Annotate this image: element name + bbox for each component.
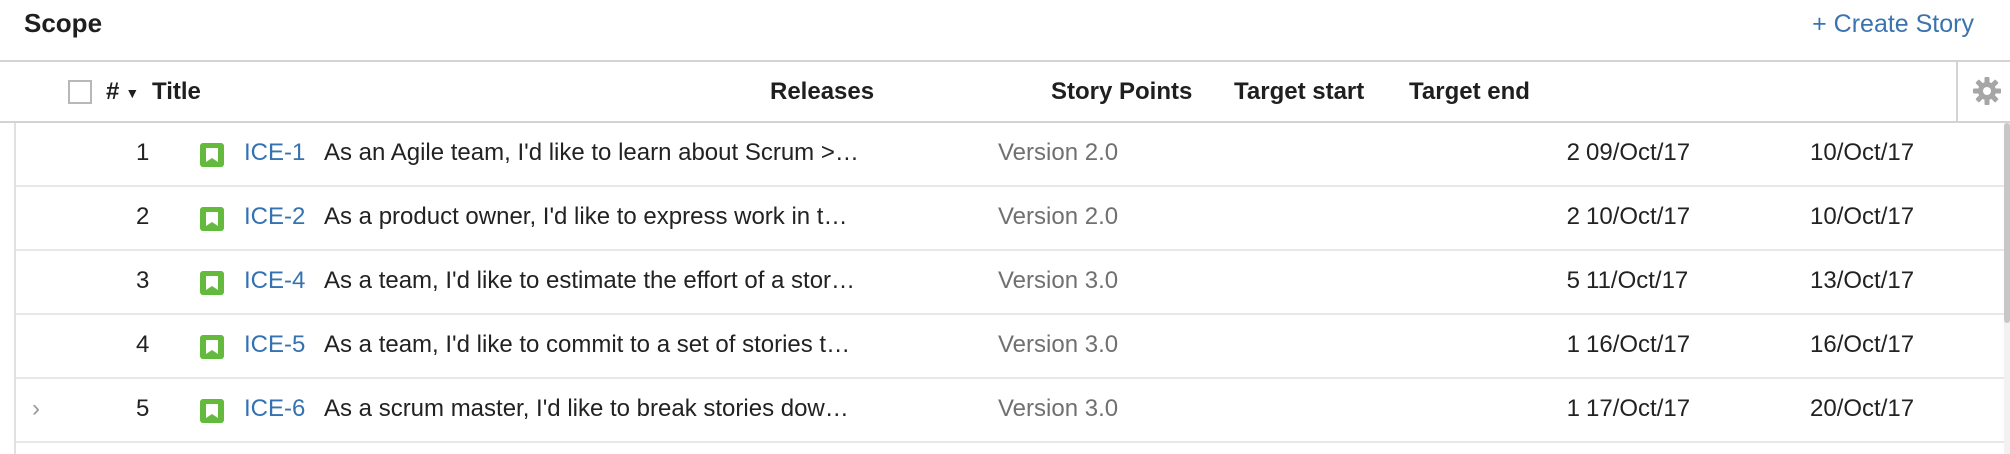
story-icon [200,399,224,423]
story-icon [200,335,224,359]
release-version[interactable]: Version 3.0 [998,331,1118,359]
story-points-value[interactable]: 1 [1546,395,1580,423]
target-end-date[interactable]: 16/Oct/17 [1810,331,1914,359]
story-icon [200,143,224,167]
issue-key-link[interactable]: ICE-5 [244,331,305,359]
release-version[interactable]: Version 2.0 [998,203,1118,231]
gear-icon[interactable] [1972,76,2002,106]
story-points-value[interactable]: 5 [1546,267,1580,295]
issue-key-link[interactable]: ICE-1 [244,139,305,167]
select-all-checkbox[interactable] [68,80,92,104]
story-points-value[interactable]: 1 [1546,331,1580,359]
column-header-target-start[interactable]: Target start [1234,78,1364,106]
story-points-value[interactable]: 2 [1546,203,1580,231]
story-title[interactable]: As a product owner, I'd like to express … [324,203,904,231]
column-header-releases[interactable]: Releases [770,78,874,106]
release-version[interactable]: Version 3.0 [998,395,1118,423]
row-rank: 4 [136,331,150,358]
table-row[interactable]: 1 ICE-1 As an Agile team, I'd like to le… [16,123,2004,187]
issue-key-link[interactable]: ICE-6 [244,395,305,423]
issue-key-link[interactable]: ICE-2 [244,203,305,231]
target-start-date[interactable]: 16/Oct/17 [1586,331,1690,359]
target-end-date[interactable]: 10/Oct/17 [1810,139,1914,167]
table-row[interactable]: 2 ICE-2 As a product owner, I'd like to … [16,187,2004,251]
table-header: # ▼ Title Releases Story Points Target st… [0,60,2010,123]
column-settings[interactable] [1956,62,2010,121]
row-rank: 1 [136,139,150,166]
issue-key-link[interactable]: ICE-4 [244,267,305,295]
row-rank: 2 [136,203,150,230]
scrollbar-thumb[interactable] [2004,123,2010,323]
target-end-date[interactable]: 20/Oct/17 [1810,395,1914,423]
story-title[interactable]: As a team, I'd like to estimate the effo… [324,267,904,295]
scope-header-bar: Scope + Create Story [0,0,2010,60]
story-title[interactable]: As a scrum master, I'd like to break sto… [324,395,904,423]
create-story-button[interactable]: + Create Story [1812,10,1974,39]
table-row[interactable]: 4 ICE-5 As a team, I'd like to commit to… [16,315,2004,379]
row-rank: 5 [136,395,150,422]
page-title: Scope [24,8,103,38]
target-start-date[interactable]: 17/Oct/17 [1586,395,1690,423]
story-points-value[interactable]: 2 [1546,139,1580,167]
chevron-right-icon[interactable]: › [32,395,40,423]
target-start-date[interactable]: 11/Oct/17 [1586,267,1688,295]
story-title[interactable]: As an Agile team, I'd like to learn abou… [324,139,904,167]
target-end-date[interactable]: 10/Oct/17 [1810,203,1914,231]
column-header-target-end[interactable]: Target end [1409,78,1530,106]
table-row[interactable]: 3 ICE-4 As a team, I'd like to estimate … [16,251,2004,315]
target-start-date[interactable]: 09/Oct/17 [1586,139,1690,167]
release-version[interactable]: Version 2.0 [998,139,1118,167]
rank-header-label: # [106,78,120,105]
column-header-title[interactable]: Title [152,78,201,106]
release-version[interactable]: Version 3.0 [998,267,1118,295]
target-start-date[interactable]: 10/Oct/17 [1586,203,1690,231]
row-rank: 3 [136,267,150,294]
target-end-date[interactable]: 13/Oct/17 [1810,267,1914,295]
column-header-story-points[interactable]: Story Points [1051,78,1192,106]
caret-down-icon[interactable]: ▼ [125,85,139,101]
story-icon [200,271,224,295]
table-row[interactable]: › 5 ICE-6 As a scrum master, I'd like to… [16,379,2004,443]
story-icon [200,207,224,231]
column-header-rank[interactable]: # ▼ [106,78,139,106]
story-title[interactable]: As a team, I'd like to commit to a set o… [324,331,904,359]
